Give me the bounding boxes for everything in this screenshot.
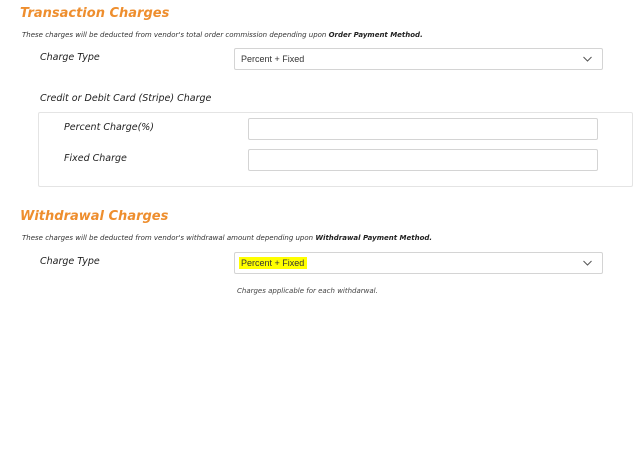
fixed-charge-label: Fixed Charge: [64, 153, 127, 164]
transaction-charges-description: These charges will be deducted from vend…: [22, 31, 423, 39]
withdrawal-charge-type-select[interactable]: Percent + Fixed: [234, 252, 603, 274]
transaction-desc-text: These charges will be deducted from vend…: [22, 31, 329, 39]
withdrawal-charge-type-label: Charge Type: [40, 256, 100, 267]
withdrawal-desc-text: These charges will be deducted from vend…: [22, 234, 316, 242]
stripe-charge-heading: Credit or Debit Card (Stripe) Charge: [40, 93, 212, 104]
transaction-charge-type-select[interactable]: Percent + Fixed: [234, 48, 603, 70]
withdrawal-charges-title: Withdrawal Charges: [20, 209, 169, 224]
chevron-down-icon: [583, 56, 592, 62]
transaction-desc-bold: Order Payment Method.: [328, 31, 423, 39]
chevron-down-icon: [583, 260, 592, 266]
fixed-charge-input[interactable]: [248, 149, 598, 171]
transaction-charge-type-value: Percent + Fixed: [241, 54, 305, 64]
percent-charge-label: Percent Charge(%): [64, 122, 155, 133]
percent-charge-input[interactable]: [248, 118, 598, 140]
transaction-charge-type-label: Charge Type: [40, 52, 100, 63]
withdrawal-charge-type-value: Percent + Fixed: [239, 257, 308, 269]
withdrawal-desc-bold: Withdrawal Payment Method.: [315, 234, 433, 242]
transaction-charges-title: Transaction Charges: [20, 6, 170, 21]
withdrawal-charges-description: These charges will be deducted from vend…: [22, 234, 432, 242]
withdrawal-help-text: Charges applicable for each withdarwal.: [237, 287, 378, 295]
